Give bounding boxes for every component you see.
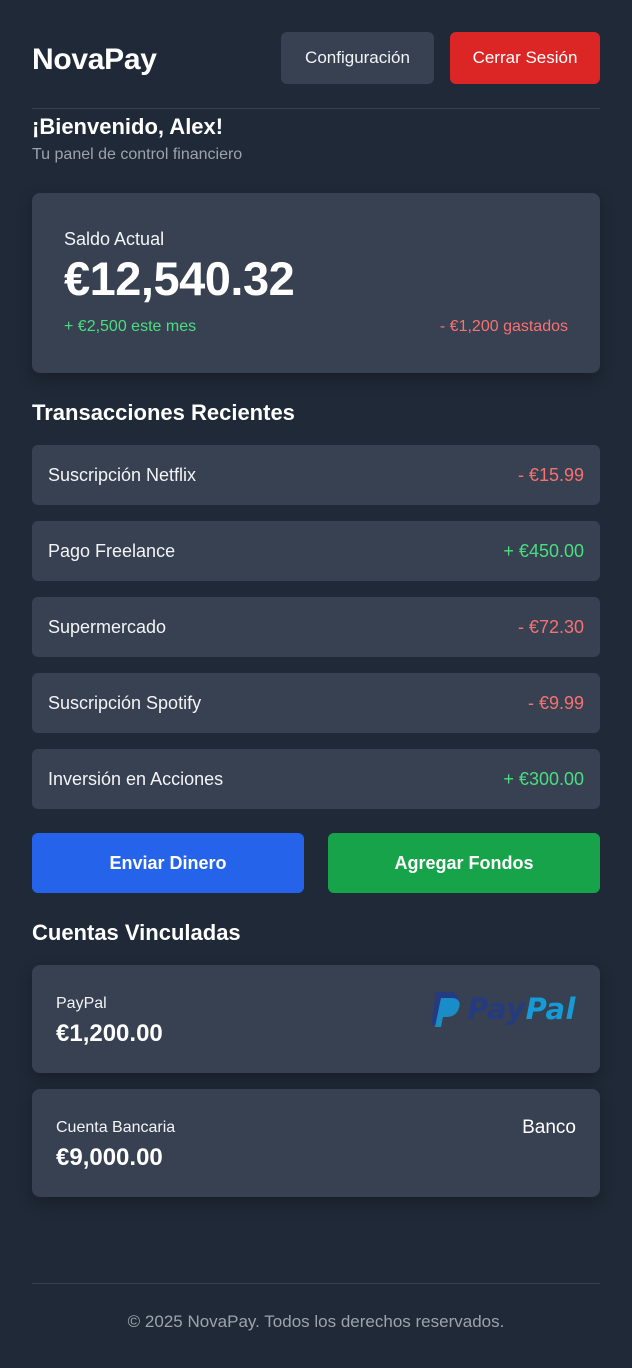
transactions-title: Transacciones Recientes (32, 400, 295, 425)
monthly-income: + €2,500 este mes (64, 318, 197, 335)
linked-account-bank[interactable]: Cuenta Bancaria €9,000.00 Banco (32, 1089, 600, 1197)
transaction-row[interactable]: Inversión en Acciones + €300.00 (32, 749, 600, 809)
send-money-button[interactable]: Enviar Dinero (32, 833, 304, 893)
add-funds-button[interactable]: Agregar Fondos (328, 833, 600, 893)
paypal-logo: PayPal (427, 989, 576, 1029)
transaction-amount: - €15.99 (517, 465, 584, 485)
transaction-name: Inversión en Acciones (48, 769, 224, 789)
linked-account-paypal[interactable]: PayPal €1,200.00 PayPal (32, 965, 600, 1073)
transaction-name: Suscripción Spotify (48, 693, 202, 713)
account-name: PayPal (56, 995, 107, 1012)
app-header: NovaPay Configuración Cerrar Sesión (32, 32, 600, 84)
transaction-amount: - €9.99 (527, 693, 584, 713)
balance-card: Saldo Actual €12,540.32 + €2,500 este me… (32, 193, 600, 373)
header-divider (32, 108, 600, 109)
account-name: Cuenta Bancaria (56, 1119, 176, 1136)
transaction-amount: - €72.30 (517, 617, 584, 637)
account-balance: €1,200.00 (56, 1020, 163, 1047)
transactions-list: Suscripción Netflix - €15.99 Pago Freela… (32, 445, 600, 825)
bank-logo-label: Banco (522, 1117, 576, 1138)
logout-button[interactable]: Cerrar Sesión (450, 32, 600, 84)
paypal-icon (431, 992, 460, 1027)
footer-divider (32, 1283, 600, 1284)
transaction-name: Suscripción Netflix (48, 465, 197, 485)
transaction-row[interactable]: Pago Freelance + €450.00 (32, 521, 600, 581)
balance-label: Saldo Actual (64, 229, 165, 249)
settings-button[interactable]: Configuración (281, 32, 434, 84)
page: NovaPay Configuración Cerrar Sesión ¡Bie… (32, 0, 600, 1368)
transaction-name: Pago Freelance (48, 541, 176, 561)
footer-copyright: © 2025 NovaPay. Todos los derechos reser… (127, 1312, 505, 1331)
transaction-name: Supermercado (48, 617, 167, 637)
transaction-row[interactable]: Suscripción Netflix - €15.99 (32, 445, 600, 505)
balance-amount: €12,540.32 (64, 252, 295, 305)
transaction-amount: + €450.00 (503, 541, 584, 561)
monthly-spent: - €1,200 gastados (439, 318, 568, 335)
transaction-row[interactable]: Supermercado - €72.30 (32, 597, 600, 657)
linked-accounts-title: Cuentas Vinculadas (32, 920, 241, 945)
transaction-amount: + €300.00 (503, 769, 584, 789)
welcome-title: ¡Bienvenido, Alex! (32, 114, 224, 139)
account-balance: €9,000.00 (56, 1144, 163, 1171)
paypal-wordmark: PayPal (467, 992, 576, 1026)
transaction-row[interactable]: Suscripción Spotify - €9.99 (32, 673, 600, 733)
brand-logo: NovaPay (32, 43, 157, 76)
welcome-subtitle: Tu panel de control financiero (32, 146, 243, 163)
